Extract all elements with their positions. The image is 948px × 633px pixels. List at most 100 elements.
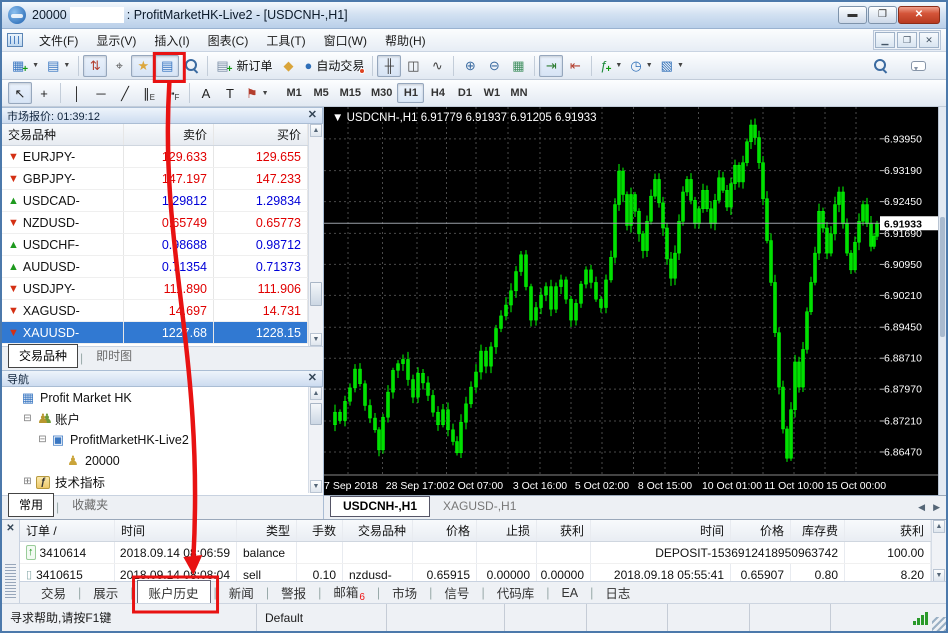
tree-expander-icon[interactable]: ⊟: [36, 434, 49, 445]
scroll-up-icon[interactable]: ▲: [933, 520, 945, 533]
terminal-tab-market[interactable]: 市场: [383, 582, 426, 603]
navigator-tab-1[interactable]: 常用: [8, 493, 54, 517]
scroll-up-icon[interactable]: ▲: [310, 124, 322, 137]
col-bid[interactable]: 卖价: [124, 124, 214, 145]
child-window-icon[interactable]: [7, 33, 23, 47]
toolbar-candlestick-button[interactable]: ◫: [401, 55, 425, 77]
chart-scrollbar[interactable]: [938, 107, 946, 495]
tool-channel-button[interactable]: ∥E: [137, 82, 161, 104]
toolbar-new-chart-button[interactable]: ▦+▼: [8, 55, 43, 77]
tool-cursor-button[interactable]: ↖: [8, 82, 32, 104]
dropdown-caret-icon[interactable]: ▼: [615, 62, 622, 69]
menu-item-help[interactable]: 帮助(H): [376, 29, 435, 52]
terminal-tab-code-base[interactable]: 代码库: [488, 582, 544, 603]
tool-crosshair-button[interactable]: +: [32, 82, 56, 104]
history-col-10[interactable]: 价格: [731, 520, 791, 541]
market-watch-row-gbpjpy[interactable]: ▼GBPJPY-147.197147.233: [2, 168, 308, 190]
history-col-2[interactable]: 时间: [115, 520, 237, 541]
toolbar-metaeditor-button[interactable]: ◆: [276, 55, 300, 77]
market-watch-row-audusd[interactable]: ▲AUDUSD-0.713540.71373: [2, 256, 308, 278]
chart-tab-usdcnh[interactable]: USDCNH-,H1: [330, 496, 430, 517]
scroll-up-icon[interactable]: ▲: [310, 387, 322, 400]
market-watch-row-usdcad[interactable]: ▲USDCAD-1.298121.29834: [2, 190, 308, 212]
dropdown-caret-icon[interactable]: ▼: [63, 62, 70, 69]
history-col-4[interactable]: 手数: [297, 520, 343, 541]
terminal-scrollbar[interactable]: ▲ ▼: [931, 520, 946, 582]
terminal-tab-ea[interactable]: EA: [552, 585, 587, 601]
toolbar-terminal-button[interactable]: ▤: [155, 55, 179, 77]
market-watch-row-eurjpy[interactable]: ▼EURJPY-129.633129.655: [2, 146, 308, 168]
toolbar-profiles-button[interactable]: ▤▼: [43, 55, 74, 77]
history-col-3[interactable]: 类型: [237, 520, 297, 541]
market-watch-row-usdchf[interactable]: ▲USDCHF-0.986880.98712: [2, 234, 308, 256]
timeframe-m15-button[interactable]: M15: [335, 83, 366, 103]
nav-node-accounts[interactable]: ⊟♟账户: [2, 408, 308, 429]
tabs-scroll-left-icon[interactable]: ◀: [918, 502, 925, 513]
col-ask[interactable]: 买价: [214, 124, 308, 145]
history-col-7[interactable]: 止损: [477, 520, 537, 541]
price-chart[interactable]: 6.939506.931906.924506.916906.909506.902…: [324, 107, 942, 495]
timeframe-m5-button[interactable]: M5: [308, 83, 335, 103]
tool-text-label-button[interactable]: T: [218, 82, 242, 104]
nav-node-account[interactable]: ♟20000: [2, 450, 308, 471]
nav-node-indicators[interactable]: ⊞ƒ技术指标: [2, 471, 308, 492]
toolbar-navigator-button[interactable]: ★: [131, 55, 155, 77]
history-row-balance[interactable]: ↑3410614 2018.09.14 08:06:59 balance DEP…: [20, 542, 931, 564]
menu-item-tools[interactable]: 工具(T): [257, 29, 314, 52]
navigator-close-icon[interactable]: ✕: [308, 373, 317, 384]
child-restore-button[interactable]: ❐: [897, 32, 917, 48]
toolbar-zoom-out-button[interactable]: ⊖: [482, 55, 506, 77]
tool-trendline-button[interactable]: ╱: [113, 82, 137, 104]
market-watch-close-icon[interactable]: ✕: [308, 110, 317, 121]
terminal-tab-alerts[interactable]: 警报: [272, 582, 315, 603]
history-col-12[interactable]: 获利: [845, 520, 931, 541]
timeframe-m1-button[interactable]: M1: [281, 83, 308, 103]
market-watch-tab-2[interactable]: 即时图: [85, 344, 143, 368]
timeframe-h1-button[interactable]: H1: [397, 83, 424, 103]
terminal-tab-trade[interactable]: 交易: [32, 582, 75, 603]
timeframe-w1-button[interactable]: W1: [478, 83, 505, 103]
toolbar-templates-button[interactable]: ▧▼: [657, 55, 688, 77]
toolbar-data-window-button[interactable]: ⌖: [107, 55, 131, 77]
maximize-button[interactable]: ❐: [868, 6, 897, 24]
history-col-8[interactable]: 获利: [537, 520, 591, 541]
dropdown-caret-icon[interactable]: ▼: [32, 62, 39, 69]
market-watch-row-xauusd[interactable]: ▼XAUUSD-1227.681228.15: [2, 322, 308, 344]
terminal-tab-journal[interactable]: 日志: [596, 582, 639, 603]
tree-expander-icon[interactable]: ⊟: [21, 413, 34, 424]
toolbar-search-button[interactable]: [868, 55, 892, 77]
tool-hline-button[interactable]: ─: [89, 82, 113, 104]
toolbar-market-watch-button[interactable]: ⇅: [83, 55, 107, 77]
col-symbol[interactable]: 交易品种: [2, 124, 124, 145]
tool-arrows-button[interactable]: ⚑▼: [242, 82, 273, 104]
navigator-scrollbar[interactable]: ▲ ▼: [308, 387, 323, 493]
terminal-tab-account-history[interactable]: 账户历史: [137, 580, 211, 605]
terminal-drag-handle[interactable]: [5, 562, 16, 598]
menu-item-charts[interactable]: 图表(C): [199, 29, 258, 52]
market-watch-row-nzdusd[interactable]: ▼NZDUSD-0.657490.65773: [2, 212, 308, 234]
nav-node-server[interactable]: ⊟▣ProfitMarketHK-Live2: [2, 429, 308, 450]
toolbar-auto-scroll-button[interactable]: ⇥: [539, 55, 563, 77]
market-watch-row-usdjpy[interactable]: ▼USDJPY-111.890111.906: [2, 278, 308, 300]
history-col-9[interactable]: 时间: [591, 520, 731, 541]
market-watch-row-xagusd[interactable]: ▼XAGUSD-14.69714.731: [2, 300, 308, 322]
toolbar-new-order-button[interactable]: ▤+新订单: [212, 55, 276, 77]
dropdown-caret-icon[interactable]: ▼: [646, 62, 653, 69]
toolbar-chat-button[interactable]: [906, 55, 930, 77]
market-watch-scrollbar[interactable]: ▲ ▼: [308, 124, 323, 346]
resize-grip[interactable]: [932, 617, 946, 631]
toolbar-bar-chart-button[interactable]: ╫: [377, 55, 401, 77]
toolbar-tile-windows-button[interactable]: ▦: [506, 55, 530, 77]
tree-expander-icon[interactable]: ⊞: [21, 476, 34, 487]
menu-item-insert[interactable]: 插入(I): [145, 29, 198, 52]
toolbar-autotrading-button[interactable]: ●自动交易: [300, 55, 368, 77]
close-button[interactable]: ✕: [898, 6, 940, 24]
child-close-button[interactable]: ✕: [919, 32, 939, 48]
terminal-tab-mailbox[interactable]: 邮箱6: [324, 581, 374, 605]
tool-vline-button[interactable]: │: [65, 82, 89, 104]
timeframe-h4-button[interactable]: H4: [424, 83, 451, 103]
toolbar-periods-button[interactable]: ◷▼: [626, 55, 656, 77]
timeframe-d1-button[interactable]: D1: [451, 83, 478, 103]
dropdown-caret-icon[interactable]: ▼: [677, 62, 684, 69]
scroll-down-icon[interactable]: ▼: [310, 333, 322, 346]
